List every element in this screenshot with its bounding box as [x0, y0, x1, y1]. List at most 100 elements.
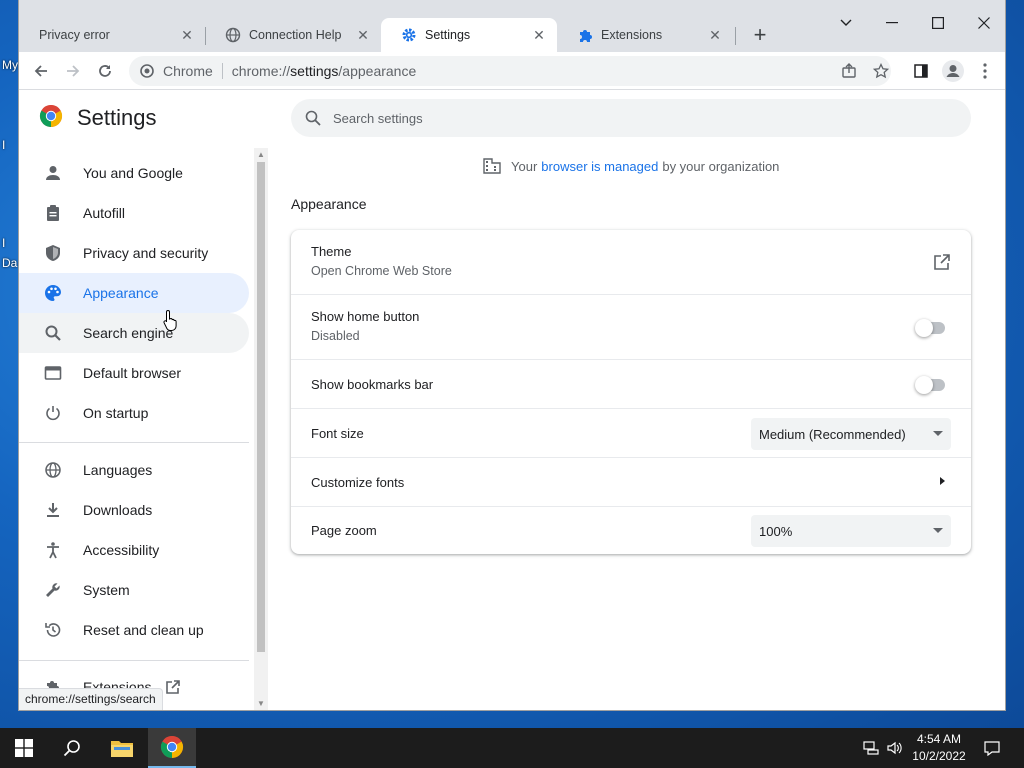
- font-size-label: Font size: [311, 426, 364, 441]
- history-icon: [43, 620, 63, 640]
- settings-header: Settings: [39, 104, 157, 131]
- font-size-select[interactable]: Medium (Recommended): [751, 418, 951, 450]
- search-icon: [305, 110, 321, 126]
- sidebar-item-accessibility[interactable]: Accessibility: [19, 530, 249, 570]
- person-icon: [43, 163, 63, 183]
- sidebar-item-autofill[interactable]: Autofill: [19, 193, 249, 233]
- address-bar[interactable]: Chrome chrome://settings/appearance: [129, 56, 891, 86]
- customize-fonts-label: Customize fonts: [311, 475, 405, 490]
- theme-sublabel: Open Chrome Web Store: [311, 264, 452, 278]
- search-input[interactable]: [331, 109, 935, 127]
- close-icon[interactable]: ✕: [179, 27, 195, 43]
- sidebar-divider: [19, 442, 249, 443]
- file-explorer-icon[interactable]: [98, 728, 146, 768]
- sidebar-scrollbar[interactable]: ▲ ▼: [254, 148, 268, 710]
- start-button[interactable]: [0, 728, 48, 768]
- sidebar-item-on-startup[interactable]: On startup: [19, 393, 249, 433]
- chevron-right-icon: [940, 477, 945, 485]
- bookmarks-bar-label: Show bookmarks bar: [311, 377, 434, 392]
- maximize-button[interactable]: [915, 8, 961, 38]
- mouse-cursor-icon: [163, 309, 179, 331]
- sidebar-item-search-engine[interactable]: Search engine: [19, 313, 249, 353]
- network-icon[interactable]: [860, 728, 882, 768]
- tab-privacy-error[interactable]: Privacy error ✕: [19, 18, 205, 52]
- font-size-value: Medium (Recommended): [759, 426, 906, 442]
- page-title: Settings: [77, 104, 157, 130]
- url-host: settings: [290, 63, 339, 79]
- managed-notice: Your browser is managed by your organiza…: [483, 158, 779, 174]
- scroll-thumb[interactable]: [257, 162, 265, 652]
- taskbar-clock[interactable]: 4:54 AM 10/2/2022: [904, 731, 974, 765]
- omnibox-divider: [221, 63, 223, 79]
- home-button-toggle[interactable]: [915, 319, 949, 337]
- puzzle-icon: [577, 27, 593, 43]
- scroll-down-arrow-icon[interactable]: ▼: [257, 699, 265, 709]
- sidebar-item-system[interactable]: System: [19, 570, 249, 610]
- notification-icon[interactable]: [980, 728, 1004, 768]
- close-icon[interactable]: ✕: [355, 27, 371, 43]
- new-tab-button[interactable]: +: [747, 22, 773, 48]
- reload-button[interactable]: [91, 57, 119, 85]
- wrench-icon: [43, 580, 63, 600]
- forward-button[interactable]: [59, 57, 87, 85]
- sidebar-item-downloads[interactable]: Downloads: [19, 490, 249, 530]
- sidebar-item-languages[interactable]: Languages: [19, 450, 249, 490]
- close-window-button[interactable]: [961, 8, 1005, 38]
- search-icon: [43, 323, 63, 343]
- managed-link[interactable]: browser is managed: [541, 159, 658, 174]
- tab-connection-help[interactable]: Connection Help ✕: [205, 18, 381, 52]
- clipboard-icon: [43, 203, 63, 223]
- palette-icon: [43, 283, 63, 303]
- desktop-icon-label[interactable]: Da: [2, 256, 17, 270]
- appearance-card: Theme Open Chrome Web Store Show home bu…: [291, 230, 971, 554]
- volume-icon[interactable]: [884, 728, 906, 768]
- profile-avatar-icon[interactable]: [939, 57, 967, 85]
- globe-icon: [43, 460, 63, 480]
- side-panel-icon[interactable]: [907, 57, 935, 85]
- sidebar-item-default-browser[interactable]: Default browser: [19, 353, 249, 393]
- taskbar-search-icon[interactable]: [48, 728, 96, 768]
- home-button-row[interactable]: Show home button Disabled: [291, 294, 971, 359]
- site-name: Chrome: [163, 63, 213, 79]
- url-text[interactable]: chrome://settings/appearance: [232, 63, 416, 79]
- tab-title: Connection Help: [249, 28, 342, 42]
- scroll-up-arrow-icon[interactable]: ▲: [257, 150, 265, 160]
- sidebar-item-reset[interactable]: Reset and clean up: [19, 610, 249, 650]
- taskbar-chrome-icon[interactable]: [148, 728, 196, 768]
- chrome-window: Privacy error ✕ Connection Help ✕ Settin…: [18, 0, 1006, 711]
- share-icon[interactable]: [835, 57, 863, 85]
- sidebar-item-privacy-security[interactable]: Privacy and security: [19, 233, 249, 273]
- theme-row[interactable]: Theme Open Chrome Web Store: [291, 230, 971, 294]
- tab-title: Settings: [425, 28, 471, 42]
- sidebar-item-label: Languages: [83, 462, 153, 478]
- sidebar-item-you-and-google[interactable]: You and Google: [19, 153, 249, 193]
- minimize-button[interactable]: [869, 8, 915, 38]
- back-button[interactable]: [27, 57, 55, 85]
- settings-page: Settings You and Google Autofill Privacy…: [19, 90, 1005, 710]
- dropdown-caret-icon: [933, 528, 943, 533]
- url-scheme: chrome://: [231, 63, 291, 79]
- power-icon: [43, 403, 63, 423]
- tab-search-chevron-icon[interactable]: [823, 8, 869, 38]
- tab-settings[interactable]: Settings ✕: [381, 18, 557, 52]
- close-icon[interactable]: ✕: [531, 27, 547, 43]
- open-in-new-icon[interactable]: [933, 253, 951, 271]
- sidebar-item-label: On startup: [83, 405, 149, 421]
- sidebar-item-label: Default browser: [83, 365, 182, 381]
- page-zoom-value: 100%: [759, 523, 793, 539]
- sidebar-item-appearance[interactable]: Appearance: [19, 273, 249, 313]
- desktop-icon-label[interactable]: I: [2, 138, 5, 152]
- settings-search[interactable]: [291, 99, 971, 137]
- chrome-site-icon[interactable]: [139, 63, 155, 79]
- page-zoom-select[interactable]: 100%: [751, 515, 951, 547]
- desktop-icon-label[interactable]: My: [2, 58, 18, 72]
- close-icon[interactable]: ✕: [707, 27, 723, 43]
- font-size-row: Font size Medium (Recommended): [291, 408, 971, 457]
- more-menu-icon[interactable]: [971, 57, 999, 85]
- bookmark-star-icon[interactable]: [867, 57, 895, 85]
- tab-extensions[interactable]: Extensions ✕: [557, 18, 733, 52]
- desktop-icon-label[interactable]: I: [2, 236, 5, 250]
- bookmarks-bar-toggle[interactable]: [915, 376, 949, 394]
- customize-fonts-row[interactable]: Customize fonts: [291, 457, 971, 506]
- bookmarks-bar-row[interactable]: Show bookmarks bar: [291, 359, 971, 408]
